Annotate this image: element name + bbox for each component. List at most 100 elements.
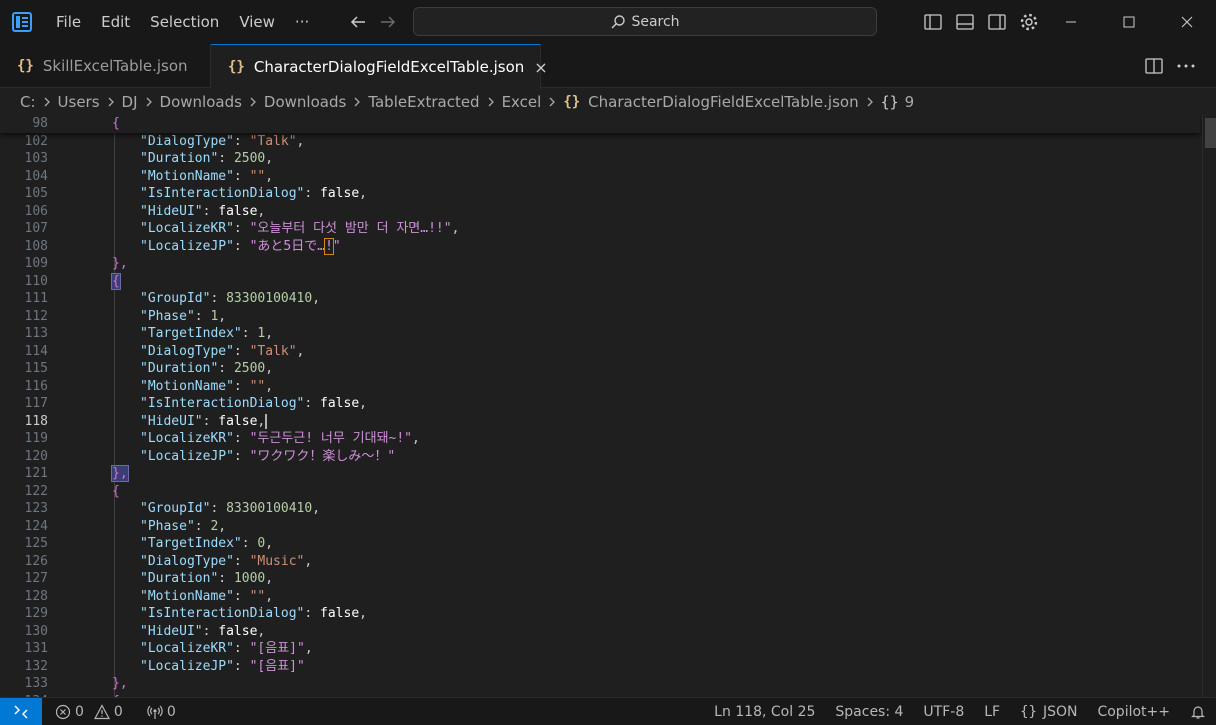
command-center-search[interactable]: Search (413, 7, 877, 36)
ports-status[interactable]: 0 (142, 704, 181, 720)
breadcrumb-item[interactable]: Downloads (264, 93, 346, 111)
code-line[interactable]: 114 "DialogType": "Talk", (0, 343, 1200, 361)
code-line[interactable]: 112 "Phase": 1, (0, 308, 1200, 326)
menu-edit[interactable]: Edit (91, 7, 140, 37)
code-line[interactable]: 132 "LocalizeJP": "[음표]" (0, 658, 1200, 676)
code-editor[interactable]: 102 "DialogType": "Talk", 103 "Duration": 2… (0, 115, 1216, 697)
line-number: 123 (24, 501, 48, 516)
sticky-scroll-line[interactable]: 98 { (0, 115, 1200, 133)
split-editor-icon[interactable] (1138, 51, 1170, 81)
code-line[interactable]: 133}, (0, 675, 1200, 693)
colon: : (202, 203, 219, 219)
comma: , (412, 431, 420, 446)
more-actions-icon[interactable] (1170, 51, 1202, 81)
code-text: "Duration": 2500, (140, 360, 273, 378)
code-line[interactable]: 110 { (0, 272, 1200, 291)
code-line[interactable]: 124 "Phase": 2, (0, 518, 1200, 536)
code-line[interactable]: 120 "LocalizeJP": "ワクワク！楽しみ～！" (0, 448, 1200, 466)
vscode-logo-icon[interactable] (11, 11, 33, 33)
breadcrumb-item[interactable]: Downloads (160, 93, 242, 111)
comma: , (257, 623, 266, 639)
settings-gear-icon[interactable] (1013, 7, 1045, 37)
breadcrumb-item[interactable]: Users (58, 93, 100, 111)
unicode-highlight[interactable]: ! (324, 237, 334, 255)
forward-arrow-icon[interactable] (373, 7, 403, 37)
menu-selection[interactable]: Selection (140, 7, 229, 37)
menu-view[interactable]: View (229, 7, 285, 37)
code-line[interactable]: 122 { (0, 483, 1200, 501)
code-line[interactable]: 103 "Duration": 2500, (0, 150, 1200, 168)
maximize-icon[interactable] (1100, 0, 1158, 44)
line-number: 117 (24, 396, 48, 411)
breadcrumb-item[interactable]: Excel (502, 93, 542, 111)
code-line[interactable]: 107 "LocalizeKR": "오늘부터 다섯 밤만 더 자면…!!", (0, 220, 1200, 238)
code-line[interactable]: 111 "GroupId": 83300100410, (0, 290, 1200, 308)
code-line[interactable]: 102 "DialogType": "Talk", (0, 133, 1200, 151)
breadcrumb-item[interactable]: TableExtracted (368, 93, 479, 111)
toggle-secondary-sidebar-icon[interactable] (981, 7, 1013, 37)
problems-warnings[interactable]: 0 (89, 704, 128, 720)
json-value: false (218, 203, 258, 219)
file-encoding[interactable]: UTF-8 (913, 704, 974, 720)
code-line[interactable]: 109}, (0, 255, 1200, 273)
json-file-icon: {} (17, 58, 34, 74)
code-line[interactable]: 104 "MotionName": "", (0, 168, 1200, 186)
code-line[interactable]: 117 "IsInteractionDialog": false, (0, 395, 1200, 413)
code-line[interactable]: 128 "MotionName": "", (0, 588, 1200, 606)
code-line[interactable]: 108 "LocalizeJP": "あと5日で…!" (0, 237, 1200, 256)
code-line[interactable]: 115 "Duration": 2500, (0, 360, 1200, 378)
cursor-position[interactable]: Ln 118, Col 25 (704, 704, 825, 720)
close-tab-icon[interactable]: × (534, 58, 547, 77)
colon: : (233, 238, 250, 254)
toggle-panel-icon[interactable] (949, 7, 981, 37)
code-line[interactable]: 123 "GroupId": 83300100410, (0, 500, 1200, 518)
minimize-icon[interactable] (1042, 0, 1100, 44)
problems-errors[interactable]: 0 (50, 704, 89, 720)
json-key: "LocalizeJP" (140, 658, 234, 674)
breadcrumb-item[interactable]: C: (20, 93, 36, 111)
code-line[interactable]: 121}, (0, 465, 1200, 483)
colon: : (233, 221, 250, 236)
code-line[interactable]: 127 "Duration": 1000, (0, 570, 1200, 588)
back-arrow-icon[interactable] (343, 7, 373, 37)
breadcrumb-item[interactable]: DJ (122, 93, 138, 111)
json-key: "Phase" (140, 308, 195, 324)
code-line[interactable]: 119 "LocalizeKR": "두근두근! 너무 기대돼~!", (0, 430, 1200, 448)
vertical-scrollbar[interactable] (1202, 115, 1216, 697)
menu-file[interactable]: File (46, 7, 91, 37)
chevron-right-icon (248, 96, 258, 108)
code-line[interactable]: 106 "HideUI": false, (0, 203, 1200, 221)
code-line[interactable]: 130 "HideUI": false, (0, 623, 1200, 641)
code-line[interactable]: 125 "TargetIndex": 0, (0, 535, 1200, 553)
scrollbar-thumb[interactable] (1205, 118, 1216, 148)
code-line[interactable]: 118 "HideUI": false, (0, 413, 1200, 431)
code-line[interactable]: 105 "IsInteractionDialog": false, (0, 185, 1200, 203)
tab-skill-excel-table[interactable]: {} SkillExcelTable.json (0, 44, 211, 88)
code-line[interactable]: 126 "DialogType": "Music", (0, 553, 1200, 571)
comma: , (296, 133, 305, 149)
code-line[interactable]: 116 "MotionName": "", (0, 378, 1200, 396)
close-window-icon[interactable] (1158, 0, 1216, 44)
code-line[interactable]: 131 "LocalizeKR": "[음표]", (0, 640, 1200, 658)
copilot-status[interactable]: Copilot++ (1087, 704, 1180, 720)
comma: , (296, 343, 305, 359)
colon: : (233, 343, 250, 359)
remote-indicator-icon[interactable] (0, 697, 42, 725)
tab-character-dialog-field-excel-table[interactable]: {} CharacterDialogFieldExcelTable.json × (211, 44, 548, 89)
code-text: "HideUI": false, (140, 623, 265, 641)
menu-more[interactable]: ··· (285, 7, 319, 37)
comma: , (359, 396, 367, 411)
breadcrumb-file[interactable]: {} CharacterDialogFieldExcelTable.json (563, 93, 858, 111)
indentation[interactable]: Spaces: 4 (825, 704, 913, 720)
language-mode[interactable]: {} JSON (1010, 704, 1087, 720)
code-line[interactable]: 113 "TargetIndex": 1, (0, 325, 1200, 343)
warning-icon (93, 703, 110, 719)
end-of-line[interactable]: LF (974, 704, 1010, 720)
json-key: "IsInteractionDialog" (140, 396, 305, 411)
toggle-primary-sidebar-icon[interactable] (917, 7, 949, 37)
line-number: 124 (24, 518, 48, 534)
notifications-bell-icon[interactable] (1180, 704, 1216, 720)
chevron-right-icon (486, 96, 496, 108)
breadcrumb-symbol[interactable]: {} 9 (881, 93, 915, 111)
code-line[interactable]: 129 "IsInteractionDialog": false, (0, 605, 1200, 623)
